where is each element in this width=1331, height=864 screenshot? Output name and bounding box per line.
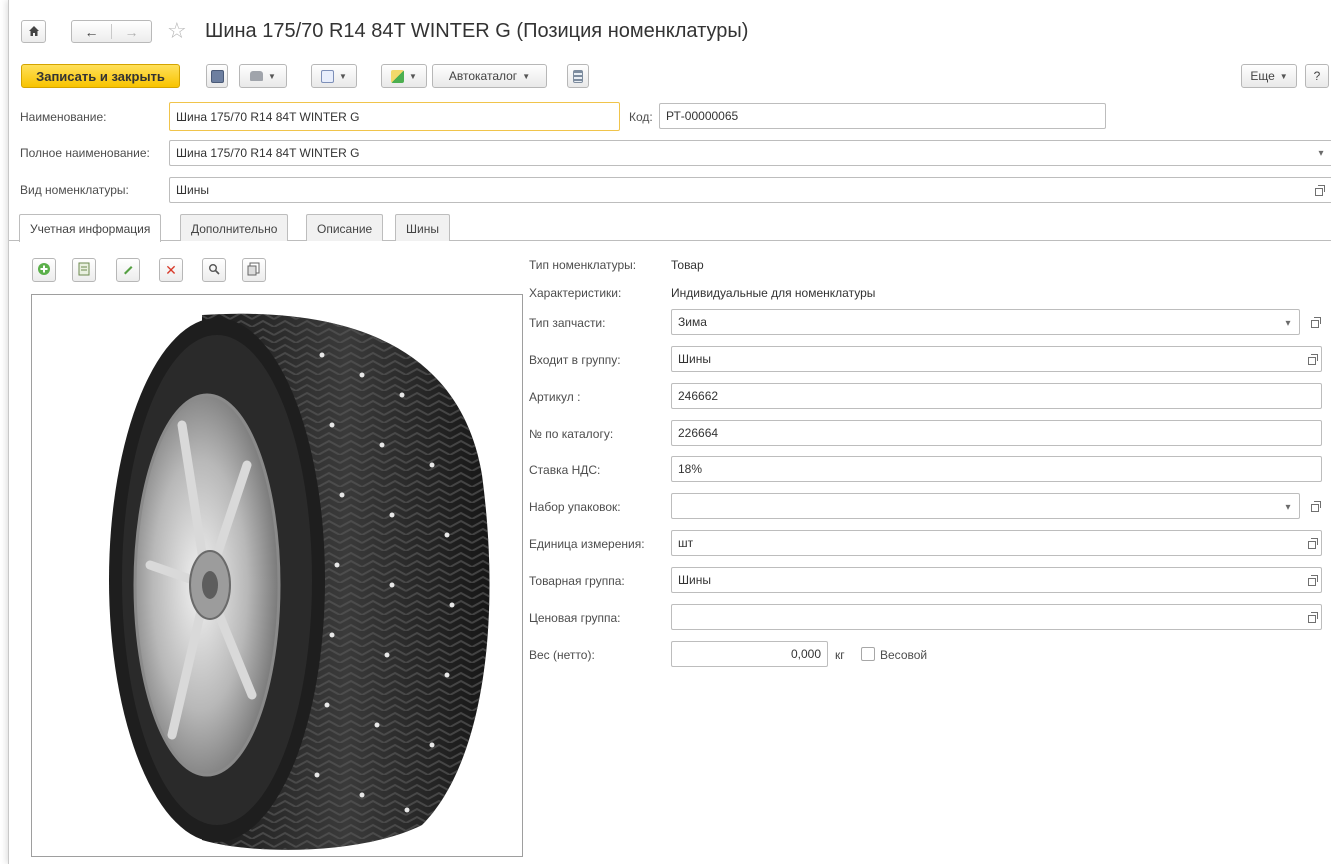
- kind-label: Вид номенклатуры:: [20, 183, 129, 197]
- product-image: [31, 294, 523, 857]
- part-type-label: Тип запчасти:: [529, 316, 606, 330]
- weight-unit: кг: [835, 648, 845, 662]
- article-field[interactable]: 246662: [671, 383, 1322, 409]
- save-button[interactable]: [206, 64, 228, 88]
- home-icon: [28, 24, 40, 40]
- structure-button[interactable]: [567, 64, 589, 88]
- unit-field[interactable]: шт: [671, 530, 1322, 556]
- history-nav: ← →: [71, 20, 152, 43]
- kind-field[interactable]: Шины: [169, 177, 1331, 203]
- reports-button[interactable]: ▼: [311, 64, 357, 88]
- star-icon[interactable]: ☆: [167, 19, 187, 43]
- chevron-down-icon[interactable]: ▾: [1314, 146, 1328, 161]
- open-icon[interactable]: [1305, 574, 1319, 589]
- open-icon[interactable]: [1305, 353, 1319, 368]
- price-group-label: Ценовая группа:: [529, 611, 621, 625]
- more-button[interactable]: Еще ▼: [1241, 64, 1297, 88]
- group-field[interactable]: Шины: [671, 346, 1322, 372]
- chevron-down-icon: ▼: [522, 71, 531, 81]
- gallery-button[interactable]: [242, 258, 266, 282]
- code-field[interactable]: РТ-00000065: [659, 103, 1106, 129]
- fullname-label: Полное наименование:: [20, 146, 150, 160]
- save-and-close-button[interactable]: Записать и закрыть: [21, 64, 180, 88]
- arrow-right-icon: →: [124, 23, 139, 40]
- price-group-field[interactable]: [671, 604, 1322, 630]
- fullname-field[interactable]: Шина 175/70 R14 84T WINTER G: [169, 140, 1331, 166]
- characteristics-value: Индивидуальные для номенклатуры: [671, 286, 876, 300]
- unit-label: Единица измерения:: [529, 537, 645, 551]
- tyre-image: [109, 313, 490, 850]
- vat-rate-field[interactable]: 18%: [671, 456, 1322, 482]
- tab-accounting-info[interactable]: Учетная информация: [19, 214, 162, 242]
- delete-image-button[interactable]: ✕: [159, 258, 183, 282]
- chevron-down-icon: ▼: [268, 71, 276, 81]
- name-label: Наименование:: [20, 110, 107, 124]
- characteristics-label: Характеристики:: [529, 286, 622, 300]
- tab-additional[interactable]: Дополнительно: [180, 214, 289, 241]
- item-type-label: Тип номенклатуры:: [529, 258, 637, 272]
- back-button[interactable]: ←: [72, 24, 111, 40]
- print-button[interactable]: ▼: [239, 64, 287, 88]
- open-icon[interactable]: [1308, 500, 1322, 515]
- report-icon: [321, 69, 335, 83]
- weighted-checkbox[interactable]: [861, 647, 875, 661]
- weight-label: Вес (нетто):: [529, 648, 595, 662]
- open-icon[interactable]: [1312, 184, 1326, 199]
- article-label: Артикул :: [529, 390, 581, 404]
- arrow-left-icon: ←: [84, 23, 99, 40]
- printer-icon: [250, 71, 264, 81]
- select-image-button[interactable]: [72, 258, 96, 282]
- home-button[interactable]: [21, 20, 46, 43]
- tab-description[interactable]: Описание: [306, 214, 384, 241]
- help-button[interactable]: ?: [1305, 64, 1329, 88]
- document-icon: [78, 262, 90, 279]
- packaging-field[interactable]: [671, 493, 1300, 519]
- chevron-down-icon: ▼: [409, 71, 417, 81]
- autocatalog-button[interactable]: Автокаталог ▼: [432, 64, 547, 88]
- item-type-value: Товар: [671, 258, 704, 272]
- open-icon[interactable]: [1308, 316, 1322, 331]
- name-field[interactable]: Шина 175/70 R14 84T WINTER G: [169, 102, 620, 131]
- forward-button[interactable]: →: [112, 24, 151, 40]
- catalog-number-label: № по каталогу:: [529, 427, 614, 441]
- create-based-icon: [391, 69, 405, 83]
- chevron-down-icon: ▼: [339, 71, 347, 81]
- edit-image-button[interactable]: [116, 258, 140, 282]
- floppy-disk-icon: [210, 69, 224, 83]
- tab-tyres[interactable]: Шины: [395, 214, 450, 241]
- chevron-down-icon[interactable]: ▾: [1281, 316, 1295, 331]
- create-based-on-button[interactable]: ▼: [381, 64, 427, 88]
- pencil-icon: [122, 263, 134, 278]
- command-bar: Записать и закрыть ▼ ▼ ▼ Автокаталог ▼ Е…: [9, 64, 1331, 90]
- tab-bar: Учетная информация Дополнительно Описани…: [9, 212, 1331, 242]
- group-label: Входит в группу:: [529, 353, 621, 367]
- catalog-number-field[interactable]: 226664: [671, 420, 1322, 446]
- product-group-field[interactable]: Шины: [671, 567, 1322, 593]
- magnifier-icon: [208, 263, 220, 278]
- code-label: Код:: [629, 110, 653, 124]
- product-group-label: Товарная группа:: [529, 574, 625, 588]
- part-type-field[interactable]: Зима: [671, 309, 1300, 335]
- packaging-label: Набор упаковок:: [529, 500, 621, 514]
- open-icon[interactable]: [1305, 611, 1319, 626]
- weight-field[interactable]: 0,000: [671, 641, 828, 667]
- delete-icon: ✕: [165, 261, 177, 278]
- list-icon: [573, 69, 583, 83]
- view-image-button[interactable]: [202, 258, 226, 282]
- open-icon[interactable]: [1305, 537, 1319, 552]
- add-icon: [37, 262, 51, 279]
- gallery-icon: [247, 262, 261, 279]
- more-label: Еще: [1250, 69, 1275, 83]
- window-title: Шина 175/70 R14 84T WINTER G (Позиция но…: [205, 20, 749, 42]
- add-image-button[interactable]: [32, 258, 56, 282]
- autocatalog-label: Автокаталог: [448, 69, 518, 83]
- vat-rate-label: Ставка НДС:: [529, 463, 601, 477]
- chevron-down-icon: ▼: [1279, 71, 1288, 81]
- item-form-window: ← → ☆ Шина 175/70 R14 84T WINTER G (Пози…: [8, 0, 1331, 864]
- weighted-label: Весовой: [880, 648, 928, 662]
- chevron-down-icon[interactable]: ▾: [1281, 500, 1295, 515]
- title-bar: ← → ☆ Шина 175/70 R14 84T WINTER G (Пози…: [9, 0, 1331, 58]
